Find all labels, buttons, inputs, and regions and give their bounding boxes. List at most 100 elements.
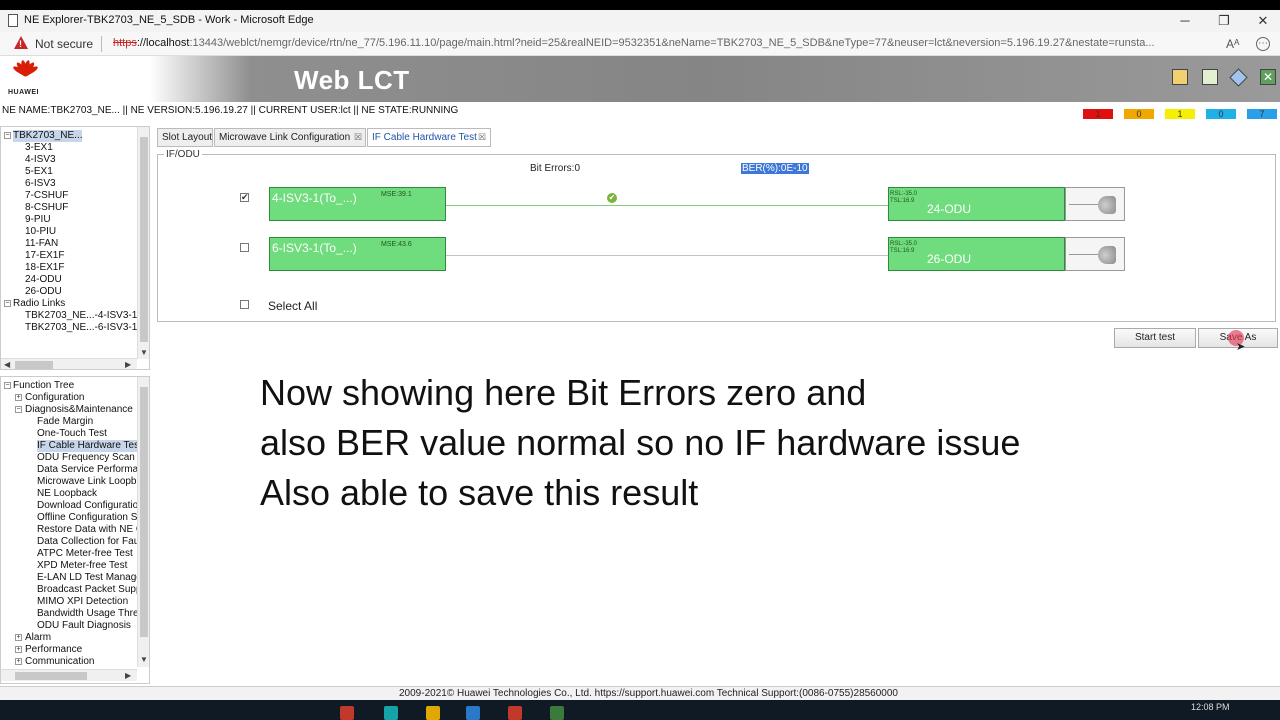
tree-item-diagnosis[interactable]: Fade Margin	[37, 416, 93, 428]
more-icon[interactable]: ⋯	[1256, 37, 1270, 51]
url-host: ://localhost	[136, 37, 190, 49]
odu-box[interactable]: RSL:-35.0 TSL:16.9 24-ODU	[888, 187, 1065, 221]
tree-item-board[interactable]: 3-EX1	[25, 142, 53, 154]
scrollbar-thumb[interactable]	[140, 137, 148, 342]
tree-item-communication[interactable]: Communication	[25, 656, 94, 668]
warning-icon[interactable]: !	[14, 36, 28, 49]
expand-icon[interactable]: +	[15, 634, 22, 641]
tree-item-board[interactable]: 5-EX1	[25, 166, 53, 178]
tree-item-diagnosis[interactable]: ATPC Meter-free Test	[37, 548, 133, 560]
tree-item-board[interactable]: 6-ISV3	[25, 178, 56, 190]
tree-item-diagnosis[interactable]: XPD Meter-free Test	[37, 560, 127, 572]
tree-item-performance[interactable]: Performance	[25, 644, 82, 656]
tab-microwave-link-configuration[interactable]: Microwave Link Configuration ☒	[214, 128, 366, 147]
tree-item-diagnosis[interactable]: NE Loopback	[37, 488, 97, 500]
link-checkbox[interactable]: ✔	[240, 193, 249, 202]
tree-item-radio-links[interactable]: Radio Links	[13, 298, 65, 310]
list-icon[interactable]	[1202, 69, 1218, 85]
start-test-button[interactable]: Start test	[1114, 328, 1196, 348]
url-field[interactable]: https://localhost:13443/weblct/nemgr/dev…	[113, 37, 1218, 49]
tree-item-diagnosis[interactable]: ODU Frequency Scan	[37, 452, 135, 464]
select-all-label[interactable]: Select All	[268, 299, 317, 313]
tree-item-function-tree[interactable]: Function Tree	[13, 380, 74, 392]
tree-item-diagnosis[interactable]: ODU Fault Diagnosis	[37, 620, 131, 632]
not-secure-label[interactable]: Not secure	[35, 37, 93, 51]
tree-item-board[interactable]: 8-CSHUF	[25, 202, 68, 214]
tree-item-board[interactable]: 24-ODU	[25, 274, 62, 286]
tree-item-diagnosis[interactable]: IF Cable Hardware Test	[37, 440, 142, 452]
tree-item-diagnosis[interactable]: E-LAN LD Test Manage	[37, 572, 142, 584]
tree-item-diagnosis[interactable]: Data Service Performar	[37, 464, 141, 476]
tree-item-board[interactable]: 10-PIU	[25, 226, 56, 238]
horizontal-scrollbar[interactable]: ▶	[1, 669, 137, 681]
scroll-left-arrow-icon[interactable]: ◀	[4, 360, 10, 369]
tree-item-diagnosis[interactable]: Bandwidth Usage Thres	[37, 608, 144, 620]
collapse-icon[interactable]: −	[15, 406, 22, 413]
tree-item-radio-link[interactable]: TBK2703_NE...-6-ISV3-1(To	[25, 322, 149, 334]
major-alarm-count[interactable]: 0	[1124, 109, 1154, 119]
close-window-button[interactable]: ✕	[1252, 12, 1274, 30]
read-aloud-icon[interactable]: Aᴬ	[1226, 37, 1239, 51]
tree-item-radio-link[interactable]: TBK2703_NE...-4-ISV3-1(To	[25, 310, 149, 322]
warning-alarm-count[interactable]: 0	[1206, 109, 1236, 119]
tree-item-diagnosis-maintenance[interactable]: Diagnosis&Maintenance	[25, 404, 133, 416]
tree-item-diagnosis[interactable]: Microwave Link Loopba	[37, 476, 142, 488]
tree-item-diagnosis[interactable]: Offline Configuration S	[37, 512, 137, 524]
collapse-icon[interactable]: −	[4, 132, 11, 139]
tree-item-diagnosis[interactable]: Restore Data with NE C	[37, 524, 143, 536]
link-checkbox[interactable]	[240, 243, 249, 252]
collapse-icon[interactable]: −	[4, 382, 11, 389]
tree-item-diagnosis[interactable]: MIMO XPI Detection	[37, 596, 128, 608]
minimize-button[interactable]: ─	[1174, 12, 1196, 30]
tree-item-diagnosis[interactable]: One-Touch Test	[37, 428, 107, 440]
tree-item-board[interactable]: 11-FAN	[25, 238, 58, 250]
close-tab-icon[interactable]: ☒	[354, 129, 362, 146]
tab-if-cable-hardware-test[interactable]: IF Cable Hardware Test ☒	[367, 128, 491, 147]
tree-item-ne-root[interactable]: TBK2703_NE...	[13, 130, 83, 142]
tree-item-board[interactable]: 18-EX1F	[25, 262, 64, 274]
vertical-scrollbar[interactable]: ▼	[137, 377, 149, 667]
taskbar-app-icon[interactable]	[550, 706, 564, 720]
horizontal-scrollbar[interactable]: ◀ ▶	[1, 358, 137, 369]
taskbar-app-icon[interactable]	[466, 706, 480, 720]
taskbar-app-icon[interactable]	[508, 706, 522, 720]
tree-item-board[interactable]: 26-ODU	[25, 286, 62, 298]
tree-item-board[interactable]: 17-EX1F	[25, 250, 64, 262]
scroll-down-arrow-icon[interactable]: ▼	[140, 655, 148, 664]
collapse-icon[interactable]: −	[4, 300, 11, 307]
scrollbar-thumb[interactable]	[15, 672, 87, 680]
tree-item-diagnosis[interactable]: Data Collection for Faul	[37, 536, 142, 548]
taskbar-app-icon[interactable]	[340, 706, 354, 720]
minor-alarm-count[interactable]: 1	[1165, 109, 1195, 119]
scroll-right-arrow-icon[interactable]: ▶	[125, 360, 131, 369]
board-box[interactable]: 4-ISV3-1(To_...) MSE:39.1	[269, 187, 446, 221]
scroll-down-arrow-icon[interactable]: ▼	[140, 348, 148, 357]
scrollbar-thumb[interactable]	[140, 387, 148, 637]
expand-icon[interactable]: +	[15, 394, 22, 401]
vertical-scrollbar[interactable]: ▼	[137, 127, 149, 359]
tree-item-alarm[interactable]: Alarm	[25, 632, 51, 644]
tree-item-board[interactable]: 9-PIU	[25, 214, 51, 226]
maximize-button[interactable]: ❐	[1213, 12, 1235, 30]
taskbar-edge-icon[interactable]	[384, 706, 398, 720]
taskbar-folder-icon[interactable]	[426, 706, 440, 720]
tree-item-diagnosis[interactable]: Broadcast Packet Suppr	[37, 584, 145, 596]
scrollbar-thumb[interactable]	[15, 361, 53, 369]
critical-alarm-count[interactable]: 1	[1083, 109, 1113, 119]
odu-box[interactable]: RSL:-35.0 TSL:16.9 26-ODU	[888, 237, 1065, 271]
scroll-right-arrow-icon[interactable]: ▶	[125, 671, 131, 680]
help-icon[interactable]	[1229, 68, 1248, 87]
select-all-checkbox[interactable]	[240, 300, 249, 309]
exit-icon[interactable]: ✕	[1260, 69, 1276, 85]
tree-item-diagnosis[interactable]: Download Configuratio	[37, 500, 138, 512]
event-alarm-count[interactable]: 7	[1247, 109, 1277, 119]
tab-slot-layout[interactable]: Slot Layout	[157, 128, 213, 147]
tree-item-board[interactable]: 4-ISV3	[25, 154, 56, 166]
expand-icon[interactable]: +	[15, 646, 22, 653]
expand-icon[interactable]: +	[15, 658, 22, 665]
close-tab-icon[interactable]: ☒	[478, 129, 486, 146]
tree-item-configuration[interactable]: Configuration	[25, 392, 84, 404]
board-box[interactable]: 6-ISV3-1(To_...) MSE:43.6	[269, 237, 446, 271]
home-icon[interactable]	[1172, 69, 1188, 85]
tree-item-board[interactable]: 7-CSHUF	[25, 190, 68, 202]
